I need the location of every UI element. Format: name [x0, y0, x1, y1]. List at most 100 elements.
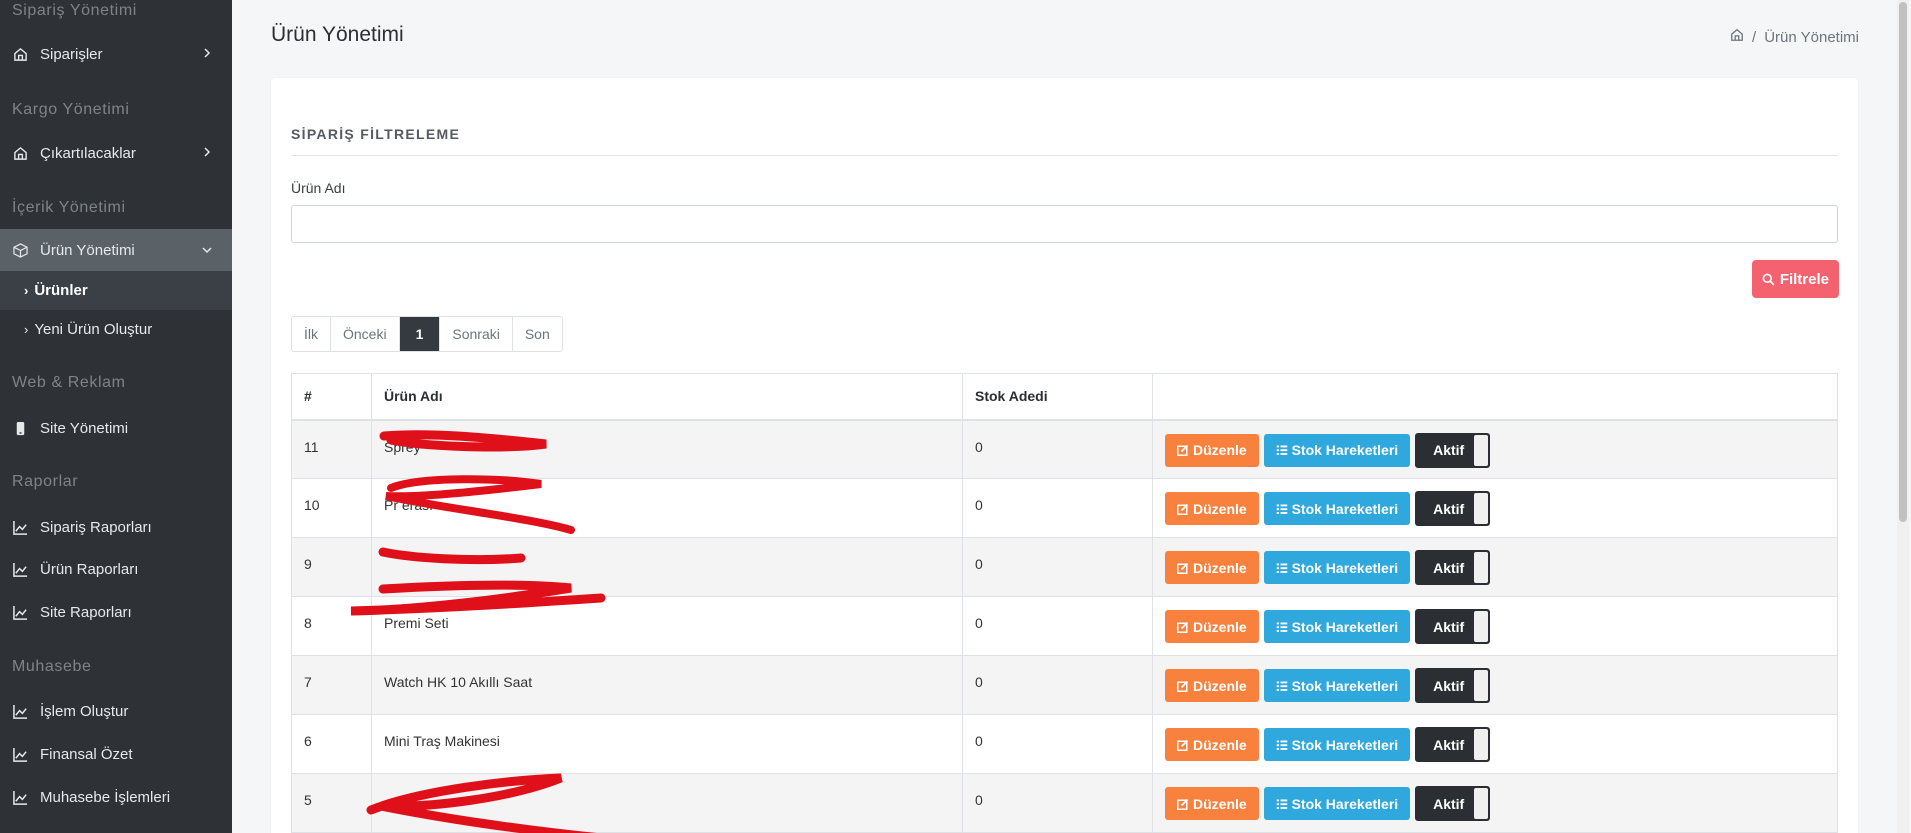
home-icon[interactable] — [1730, 28, 1744, 46]
status-toggle[interactable]: Aktif — [1415, 550, 1491, 585]
edit-button[interactable]: Düzenle — [1165, 610, 1259, 643]
sidebar-item-siparis-raporlari[interactable]: Sipariş Raporları — [0, 507, 232, 547]
edit-button-label: Düzenle — [1193, 795, 1247, 812]
scrollbar-thumb[interactable] — [1899, 2, 1907, 522]
sidebar-item-cikartilacaklar[interactable]: Çıkartılacaklar — [0, 133, 232, 173]
row-actions: Düzenle Stok Hareketleri Aktif — [1152, 478, 1838, 538]
pagination-next[interactable]: Sonraki — [440, 317, 513, 351]
row-actions: Düzenle Stok Hareketleri Aktif — [1152, 537, 1838, 597]
products-table: # Ürün Adı Stok Adedi 11 Sprey 0 Düzenle… — [291, 373, 1838, 833]
status-toggle-label: Aktif — [1433, 618, 1465, 635]
column-header-actions — [1152, 373, 1838, 421]
edit-button-label: Düzenle — [1193, 677, 1247, 694]
row-stock: 0 — [962, 714, 1153, 774]
stock-movements-label: Stok Hareketleri — [1291, 618, 1399, 635]
row-product-name — [371, 537, 963, 597]
edit-icon — [1177, 444, 1189, 456]
sidebar-item-site-yonetimi[interactable]: Site Yönetimi — [0, 408, 232, 448]
toggle-knob[interactable] — [1474, 788, 1489, 819]
status-toggle[interactable]: Aktif — [1415, 668, 1491, 703]
toggle-knob[interactable] — [1474, 434, 1489, 466]
sidebar-item-label: Çıkartılacaklar — [40, 144, 136, 162]
status-toggle[interactable]: Aktif — [1415, 727, 1491, 762]
edit-button[interactable]: Düzenle — [1165, 433, 1259, 467]
sidebar-item-label: İşlem Oluştur — [40, 702, 129, 720]
edit-button-label: Düzenle — [1193, 559, 1247, 576]
row-stock: 0 — [962, 478, 1153, 538]
breadcrumb-separator: / — [1752, 28, 1757, 46]
sidebar-item-label: Finansal Özet — [40, 745, 133, 763]
status-toggle[interactable]: Aktif — [1415, 491, 1491, 526]
row-stock: 0 — [962, 773, 1153, 833]
scrollbar[interactable] — [1897, 0, 1909, 833]
chart-icon — [12, 746, 28, 762]
edit-button-label: Düzenle — [1193, 618, 1247, 635]
row-actions: Düzenle Stok Hareketleri Aktif — [1152, 714, 1838, 774]
sidebar-item-label: Muhasebe İşlemleri — [40, 788, 171, 806]
status-toggle[interactable]: Aktif — [1415, 432, 1491, 468]
sidebar-subitem-urunler[interactable]: › Ürünler — [0, 271, 232, 310]
edit-icon — [1177, 562, 1189, 574]
product-name-input[interactable] — [291, 205, 1838, 243]
status-toggle[interactable]: Aktif — [1415, 609, 1491, 644]
filter-button-label: Filtrele — [1779, 270, 1829, 288]
stock-movements-button[interactable]: Stok Hareketleri — [1263, 433, 1411, 467]
toggle-knob[interactable] — [1474, 729, 1489, 760]
sidebar-item-urun-yonetimi[interactable]: Ürün Yönetimi — [0, 229, 232, 271]
row-id: 6 — [291, 714, 372, 774]
sidebar-item-site-raporlari[interactable]: Site Raporları — [0, 592, 232, 632]
chart-icon — [12, 519, 28, 535]
toggle-knob[interactable] — [1474, 611, 1489, 642]
list-icon — [1276, 740, 1287, 750]
edit-button[interactable]: Düzenle — [1165, 551, 1259, 584]
chart-icon — [12, 604, 28, 620]
stock-movements-label: Stok Hareketleri — [1291, 736, 1399, 753]
status-toggle[interactable]: Aktif — [1415, 786, 1491, 821]
sidebar-heading-kargo: Kargo Yönetimi — [12, 101, 130, 118]
row-actions: Düzenle Stok Hareketleri Aktif — [1152, 419, 1838, 479]
stock-movements-button[interactable]: Stok Hareketleri — [1263, 492, 1411, 525]
pagination-last[interactable]: Son — [513, 317, 562, 351]
edit-button[interactable]: Düzenle — [1165, 492, 1259, 525]
edit-button[interactable]: Düzenle — [1165, 787, 1259, 820]
chevron-right-icon: › — [24, 321, 29, 337]
list-icon — [1276, 799, 1287, 809]
sidebar-item-finansal-ozet[interactable]: Finansal Özet — [0, 734, 232, 774]
sidebar-item-urun-raporlari[interactable]: Ürün Raporları — [0, 549, 232, 589]
table-row: 10 Pr erası 0 Düzenle Stok Hareketleri A… — [291, 478, 1838, 538]
stock-movements-button[interactable]: Stok Hareketleri — [1263, 610, 1411, 643]
stock-movements-label: Stok Hareketleri — [1291, 500, 1399, 517]
table-row: 5 0 Düzenle Stok Hareketleri Aktif — [291, 773, 1838, 833]
stock-movements-button[interactable]: Stok Hareketleri — [1263, 669, 1411, 702]
sidebar-item-muhasebe-islemleri[interactable]: Muhasebe İşlemleri — [0, 777, 232, 817]
sidebar-subitem-yeni-urun[interactable]: › Yeni Ürün Oluştur — [0, 310, 232, 348]
stock-movements-button[interactable]: Stok Hareketleri — [1263, 728, 1411, 761]
row-stock: 0 — [962, 596, 1153, 656]
sidebar-heading-web: Web & Reklam — [12, 374, 126, 391]
row-id: 9 — [291, 537, 372, 597]
toggle-knob[interactable] — [1474, 552, 1489, 583]
column-header-id: # — [291, 373, 372, 421]
pagination-current[interactable]: 1 — [399, 317, 441, 351]
edit-icon — [1177, 798, 1189, 810]
row-product-name: Premi Seti — [371, 596, 963, 656]
edit-button[interactable]: Düzenle — [1165, 728, 1259, 761]
stock-movements-label: Stok Hareketleri — [1291, 559, 1399, 576]
edit-button[interactable]: Düzenle — [1165, 669, 1259, 702]
edit-icon — [1177, 503, 1189, 515]
sidebar-item-islem-olustur[interactable]: İşlem Oluştur — [0, 691, 232, 731]
sidebar-item-siparisler[interactable]: Siparişler — [0, 34, 232, 74]
chevron-right-icon — [204, 48, 211, 58]
toggle-knob[interactable] — [1474, 670, 1489, 701]
pagination-first[interactable]: İlk — [292, 317, 331, 351]
status-toggle-label: Aktif — [1433, 442, 1465, 458]
filter-button[interactable]: Filtrele — [1751, 260, 1839, 298]
stock-movements-button[interactable]: Stok Hareketleri — [1263, 551, 1411, 584]
pagination: İlk Önceki 1 Sonraki Son — [291, 316, 563, 352]
stock-movements-button[interactable]: Stok Hareketleri — [1263, 787, 1411, 820]
pagination-prev[interactable]: Önceki — [331, 317, 400, 351]
column-header-name: Ürün Adı — [371, 373, 963, 421]
sidebar-heading-raporlar: Raporlar — [12, 473, 79, 490]
toggle-knob[interactable] — [1474, 493, 1489, 524]
row-product-name: Mini Traş Makinesi — [371, 714, 963, 774]
